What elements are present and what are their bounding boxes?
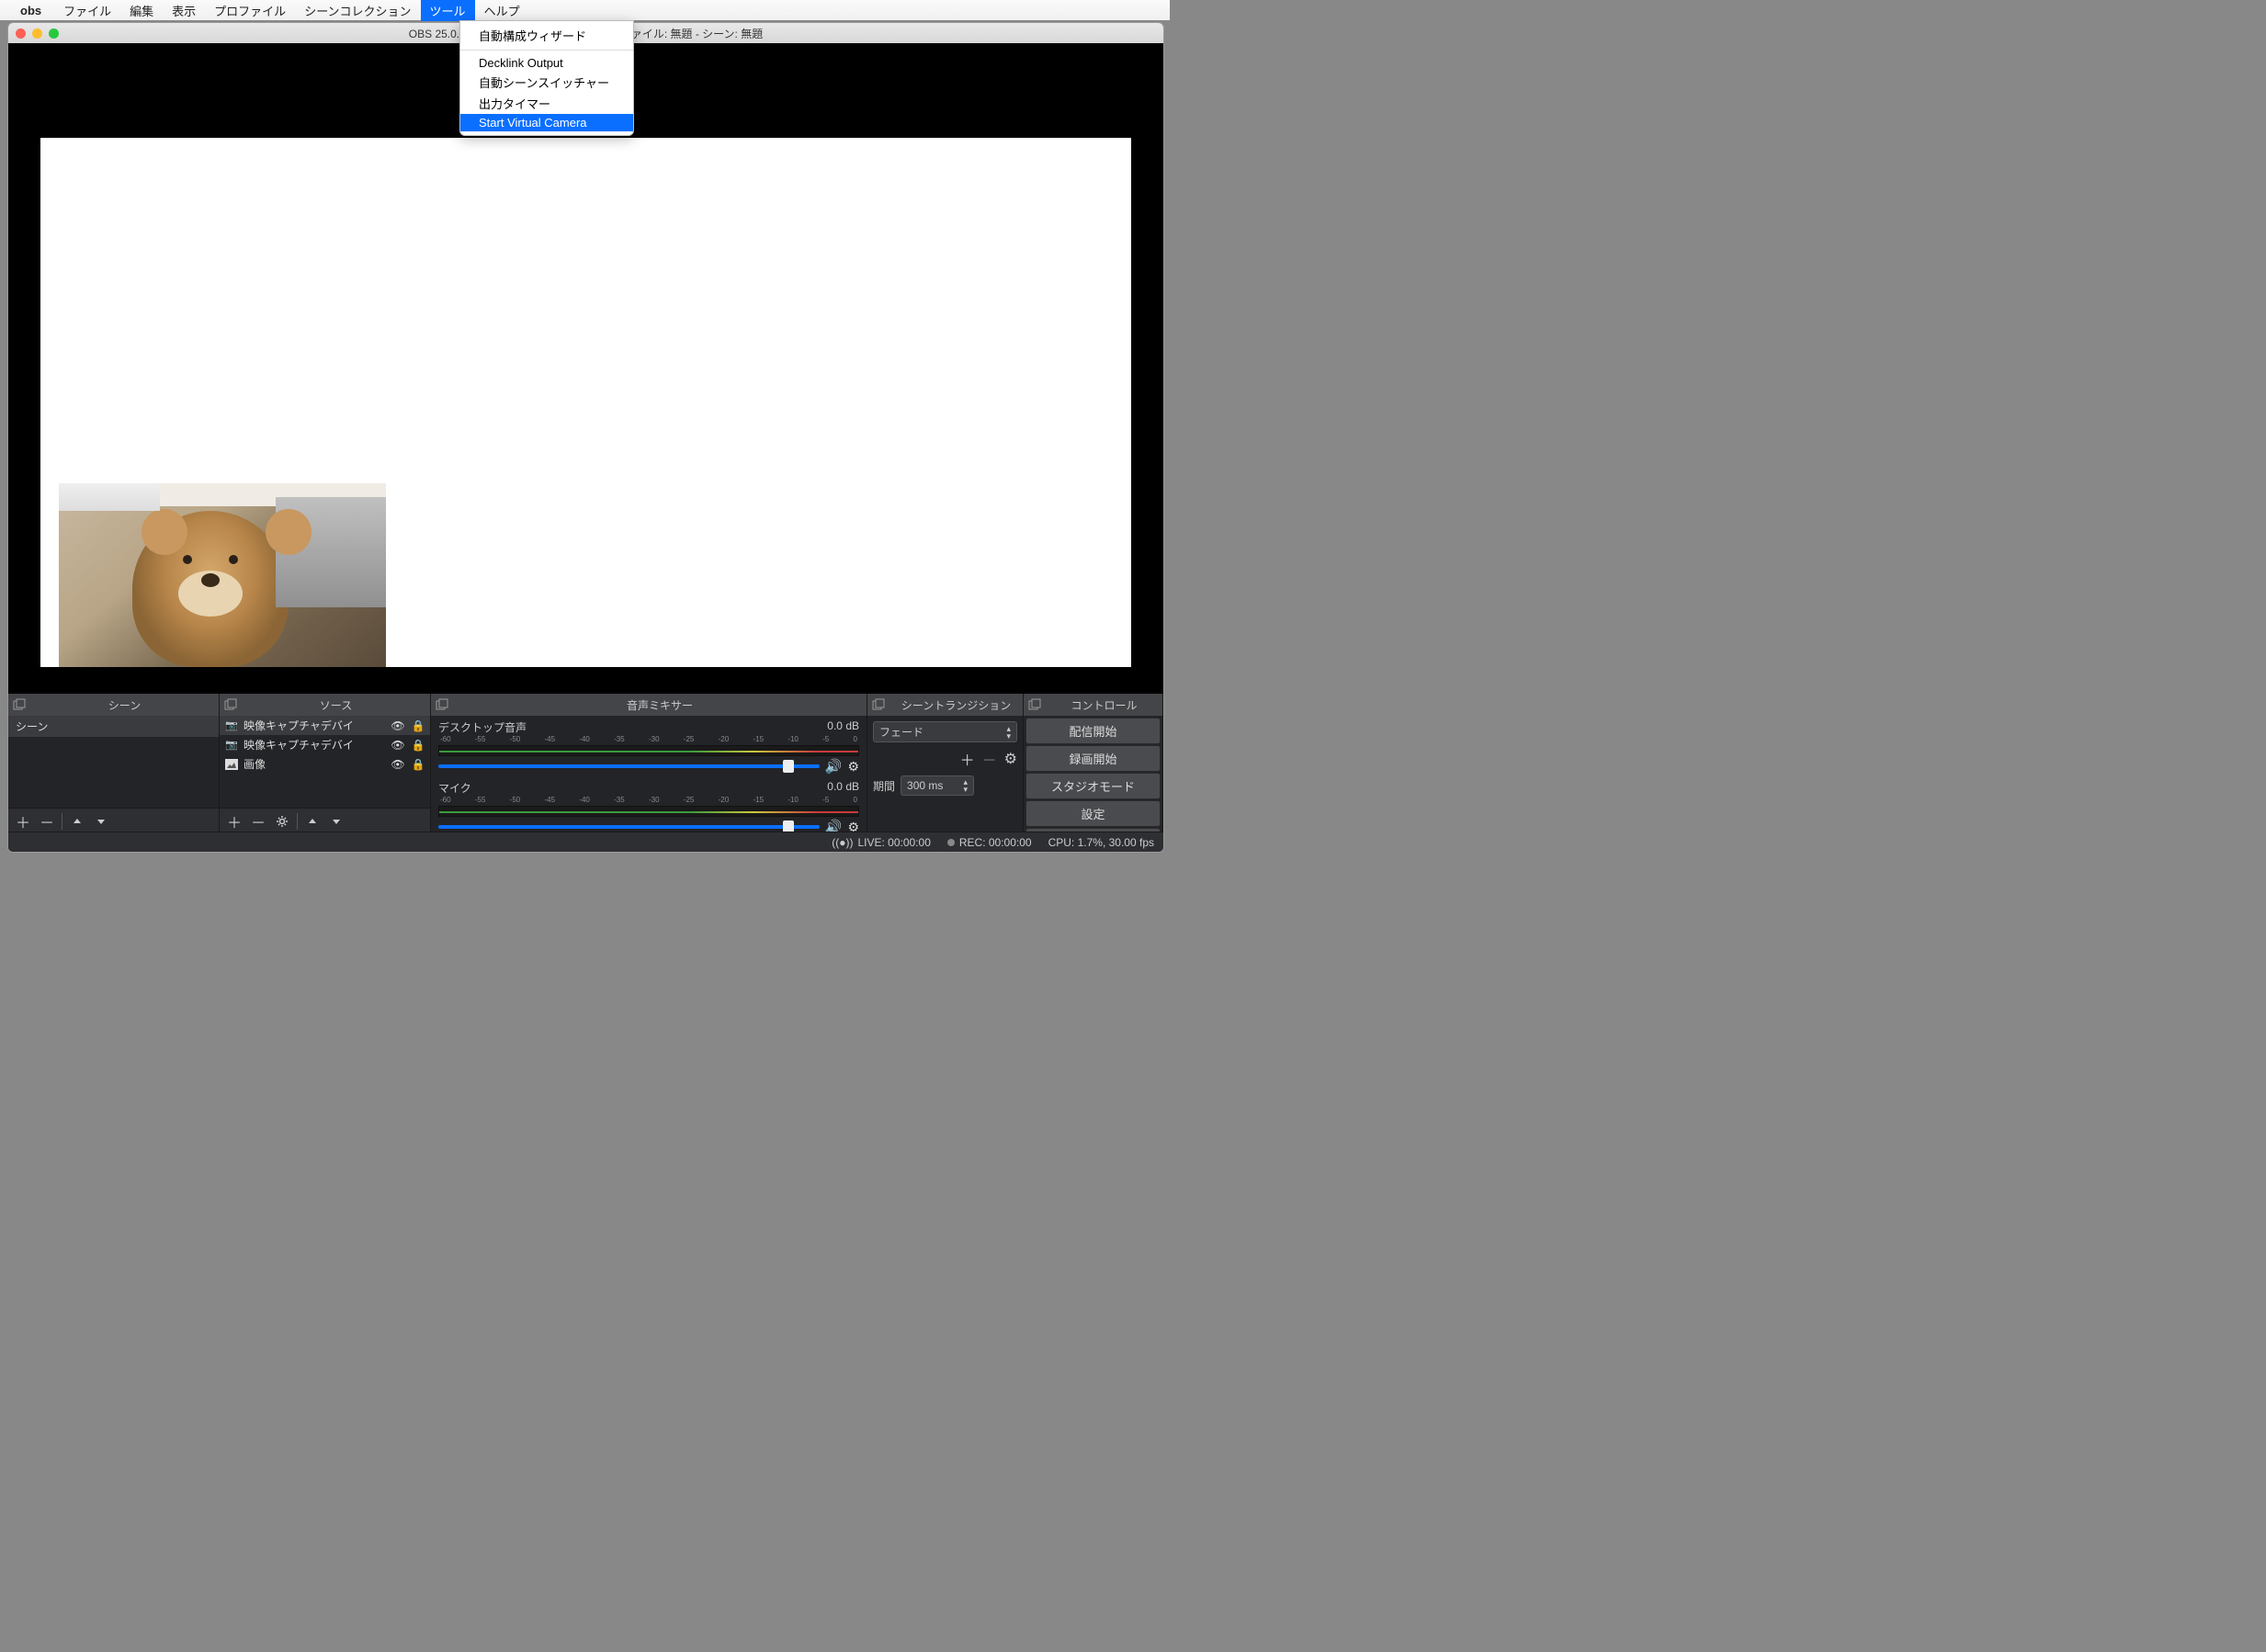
scene-remove-button[interactable]: －: [36, 810, 58, 832]
mixer-channel-desktop: デスクトップ音声 0.0 dB -60-55-50-45-40-35-30-25…: [438, 719, 859, 775]
meter-ticks: -60-55-50-45-40-35-30-25-20-15-10-50: [438, 796, 859, 804]
duration-label: 期間: [873, 778, 895, 794]
scenes-title: シーン: [30, 697, 219, 713]
scene-move-down-button[interactable]: [90, 810, 112, 832]
dropdown-separator: [460, 50, 633, 51]
audio-meter: [438, 745, 859, 756]
mixer-channel-mic: マイク 0.0 dB -60-55-50-45-40-35-30-25-20-1…: [438, 780, 859, 833]
transitions-dock: シーントランジション フェード ▴▾ ＋ － ⚙ 期間 300 ms ▴▾: [867, 694, 1024, 833]
mixer-title: 音声ミキサー: [453, 697, 867, 713]
scene-add-button[interactable]: ＋: [12, 810, 34, 832]
settings-button[interactable]: 設定: [1025, 800, 1161, 827]
start-recording-button[interactable]: 録画開始: [1025, 745, 1161, 772]
volume-slider[interactable]: [438, 825, 820, 829]
source-item[interactable]: 画像 👁 🔒: [220, 754, 430, 774]
menu-scene-collection[interactable]: シーンコレクション: [295, 0, 420, 21]
controls-popout-icon[interactable]: [1024, 694, 1046, 716]
transition-select[interactable]: フェード ▴▾: [873, 721, 1017, 742]
image-icon: [223, 757, 240, 772]
menu-profile[interactable]: プロファイル: [205, 0, 295, 21]
channel-level: 0.0 dB: [827, 719, 859, 735]
studio-mode-button[interactable]: スタジオモード: [1025, 773, 1161, 799]
transition-remove-button[interactable]: －: [982, 748, 997, 770]
preview-area[interactable]: [8, 43, 1163, 694]
transition-add-button[interactable]: ＋: [960, 748, 975, 770]
controls-title: コントロール: [1046, 697, 1162, 713]
lock-toggle-icon[interactable]: 🔒: [410, 758, 426, 771]
record-dot-icon: [947, 839, 955, 846]
status-bar: ((●)) LIVE: 00:00:00 REC: 00:00:00 CPU: …: [8, 832, 1163, 852]
source-remove-button[interactable]: －: [247, 810, 269, 832]
lock-toggle-icon[interactable]: 🔒: [410, 719, 426, 732]
source-move-up-button[interactable]: [301, 810, 323, 832]
channel-settings-icon[interactable]: ⚙: [847, 759, 859, 775]
preview-canvas[interactable]: [40, 138, 1131, 667]
volume-slider[interactable]: [438, 764, 820, 768]
transitions-popout-icon[interactable]: [867, 694, 889, 716]
webcam-source-preview[interactable]: [59, 483, 386, 667]
menu-view[interactable]: 表示: [163, 0, 205, 21]
mute-toggle-icon[interactable]: 🔊: [825, 758, 843, 775]
source-label: 映像キャプチャデバイ: [244, 718, 386, 733]
meter-ticks: -60-55-50-45-40-35-30-25-20-15-10-50: [438, 735, 859, 743]
sources-dock: ソース 📷 映像キャプチャデバイ 👁 🔒 📷 映像キャプチャデバイ 👁 🔒: [220, 694, 431, 833]
source-label: 映像キャプチャデバイ: [244, 737, 386, 752]
status-rec: REC: 00:00:00: [947, 836, 1032, 849]
channel-level: 0.0 dB: [827, 780, 859, 796]
menu-help[interactable]: ヘルプ: [475, 0, 529, 21]
tools-dropdown: 自動構成ウィザード Decklink Output 自動シーンスイッチャー 出力…: [459, 20, 634, 136]
transitions-title: シーントランジション: [889, 697, 1023, 713]
audio-meter: [438, 806, 859, 817]
dropdown-auto-scene-switcher[interactable]: 自動シーンスイッチャー: [460, 72, 633, 93]
menu-tools[interactable]: ツール: [421, 0, 475, 21]
dropdown-auto-config-wizard[interactable]: 自動構成ウィザード: [460, 25, 633, 46]
source-properties-button[interactable]: [271, 810, 293, 832]
channel-name: デスクトップ音声: [438, 719, 527, 735]
traffic-lights: [16, 28, 59, 39]
scenes-popout-icon[interactable]: [8, 694, 30, 716]
visibility-toggle-icon[interactable]: 👁: [390, 739, 406, 752]
source-add-button[interactable]: ＋: [223, 810, 245, 832]
spinner-arrows-icon[interactable]: ▴▾: [963, 778, 968, 793]
dropdown-output-timer[interactable]: 出力タイマー: [460, 93, 633, 114]
minimize-window-button[interactable]: [32, 28, 42, 39]
broadcast-icon: ((●)): [832, 836, 853, 849]
status-cpu: CPU: 1.7%, 30.00 fps: [1048, 836, 1154, 849]
select-arrows-icon: ▴▾: [1006, 725, 1011, 740]
start-streaming-button[interactable]: 配信開始: [1025, 718, 1161, 744]
transition-settings-icon[interactable]: ⚙: [1004, 750, 1017, 768]
close-window-button[interactable]: [16, 28, 26, 39]
app-name-menu[interactable]: obs: [20, 4, 41, 17]
channel-name: マイク: [438, 780, 471, 796]
controls-dock: コントロール 配信開始 録画開始 スタジオモード 設定 終了: [1024, 694, 1163, 833]
visibility-toggle-icon[interactable]: 👁: [390, 719, 406, 732]
audio-mixer-dock: 音声ミキサー デスクトップ音声 0.0 dB -60-55-50-45-40-3…: [431, 694, 867, 833]
dropdown-decklink-output[interactable]: Decklink Output: [460, 54, 633, 72]
scenes-dock: シーン シーン ＋ －: [8, 694, 220, 833]
source-item[interactable]: 📷 映像キャプチャデバイ 👁 🔒: [220, 716, 430, 735]
camera-icon: 📷: [223, 738, 240, 752]
mixer-popout-icon[interactable]: [431, 694, 453, 716]
status-live: ((●)) LIVE: 00:00:00: [832, 836, 931, 849]
lock-toggle-icon[interactable]: 🔒: [410, 739, 426, 752]
duration-spinbox[interactable]: 300 ms ▴▾: [901, 775, 974, 796]
source-move-down-button[interactable]: [325, 810, 347, 832]
scene-item[interactable]: シーン: [8, 716, 219, 737]
macos-menubar: obs ファイル 編集 表示 プロファイル シーンコレクション ツール ヘルプ: [0, 0, 1170, 20]
obs-window: OBS 25.0. ァイル: 無題 - シーン: 無題 シーン シ: [7, 22, 1164, 853]
menu-edit[interactable]: 編集: [120, 0, 163, 21]
maximize-window-button[interactable]: [49, 28, 59, 39]
source-item[interactable]: 📷 映像キャプチャデバイ 👁 🔒: [220, 735, 430, 754]
dropdown-start-virtual-camera[interactable]: Start Virtual Camera: [460, 114, 633, 131]
bottom-docks: シーン シーン ＋ － ソース 📷 映像キャプチャデバイ: [8, 694, 1163, 833]
visibility-toggle-icon[interactable]: 👁: [390, 758, 406, 771]
menu-file[interactable]: ファイル: [54, 0, 120, 21]
camera-icon: 📷: [223, 719, 240, 733]
sources-title: ソース: [242, 697, 430, 713]
scene-move-up-button[interactable]: [66, 810, 88, 832]
sources-popout-icon[interactable]: [220, 694, 242, 716]
source-label: 画像: [244, 756, 386, 772]
